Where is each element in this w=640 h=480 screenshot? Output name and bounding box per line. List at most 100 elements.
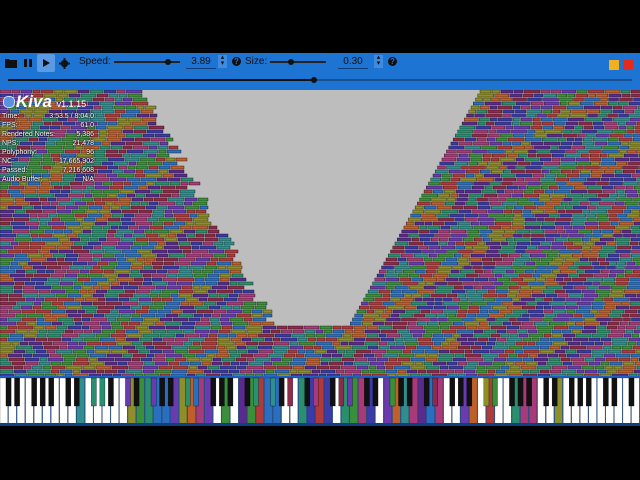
note (141, 305, 150, 310)
note (13, 365, 24, 370)
speed-stepper[interactable]: ▴ ▾ (218, 54, 227, 68)
note (227, 285, 245, 290)
note (531, 289, 543, 294)
note (148, 125, 165, 130)
gear-icon[interactable] (55, 54, 73, 72)
seek-bar[interactable] (8, 77, 632, 83)
note (156, 153, 170, 158)
note (0, 289, 14, 294)
size-slider[interactable] (270, 61, 326, 63)
note (272, 345, 290, 350)
speed-help-icon[interactable]: ? (232, 57, 241, 66)
note (12, 225, 30, 230)
note (601, 229, 613, 234)
note (530, 317, 543, 322)
note (466, 325, 478, 330)
note (631, 173, 640, 178)
note (394, 337, 404, 342)
note (386, 285, 395, 290)
note (497, 145, 512, 150)
note (385, 321, 393, 326)
note (12, 305, 21, 310)
seek-bar-knob[interactable] (310, 77, 317, 83)
note (430, 293, 447, 298)
note (25, 209, 43, 214)
note (140, 109, 154, 114)
note (434, 281, 447, 286)
note (447, 197, 456, 202)
note (397, 357, 411, 362)
note (617, 261, 626, 266)
note (441, 209, 459, 214)
note (131, 341, 143, 346)
note (147, 185, 161, 190)
note (465, 289, 476, 294)
note (22, 205, 34, 210)
note (13, 289, 23, 294)
note (502, 109, 515, 114)
note (588, 337, 601, 342)
folder-icon[interactable] (2, 54, 20, 72)
note (0, 337, 8, 342)
note (363, 297, 374, 302)
note (0, 361, 12, 366)
note (319, 325, 333, 330)
size-input[interactable]: 0.30 (338, 55, 368, 69)
note (186, 209, 196, 214)
speed-input[interactable]: 3.89 (186, 55, 216, 69)
close-button[interactable] (623, 60, 633, 70)
note (7, 189, 21, 194)
size-help-icon[interactable]: ? (388, 57, 397, 66)
black-key (611, 377, 618, 407)
note (92, 293, 105, 298)
note (159, 193, 172, 198)
note (120, 113, 137, 118)
note (135, 237, 149, 242)
note (376, 273, 385, 278)
note (623, 177, 636, 182)
note (601, 173, 615, 178)
pause-icon[interactable] (19, 54, 37, 72)
play-icon[interactable] (37, 54, 55, 72)
note (85, 309, 97, 314)
note (555, 177, 569, 182)
note (481, 345, 493, 350)
minimize-button[interactable] (609, 60, 619, 70)
note (96, 93, 109, 98)
note (370, 285, 386, 290)
note (280, 329, 293, 334)
note (463, 237, 474, 242)
note (105, 117, 118, 122)
note (440, 225, 451, 230)
note (82, 365, 96, 370)
note (429, 229, 438, 234)
note (265, 369, 275, 374)
note (586, 133, 596, 138)
note (500, 97, 512, 102)
note (152, 357, 166, 362)
size-stepper[interactable]: ▴ ▾ (374, 54, 383, 68)
note (512, 97, 527, 102)
note (83, 337, 100, 342)
note (115, 337, 126, 342)
note (452, 137, 465, 142)
note (536, 325, 554, 330)
note (541, 121, 554, 126)
note (101, 105, 114, 110)
note (633, 221, 640, 226)
note (405, 345, 417, 350)
note (503, 321, 512, 326)
note (126, 257, 137, 262)
note (106, 233, 115, 238)
note (81, 317, 91, 322)
size-slider-knob[interactable] (287, 59, 294, 65)
note (201, 345, 217, 350)
note (135, 221, 153, 226)
note (435, 301, 443, 306)
note (84, 265, 93, 270)
note (28, 341, 43, 346)
note (478, 201, 490, 206)
note (518, 289, 532, 294)
note (624, 109, 635, 114)
note (618, 137, 633, 142)
